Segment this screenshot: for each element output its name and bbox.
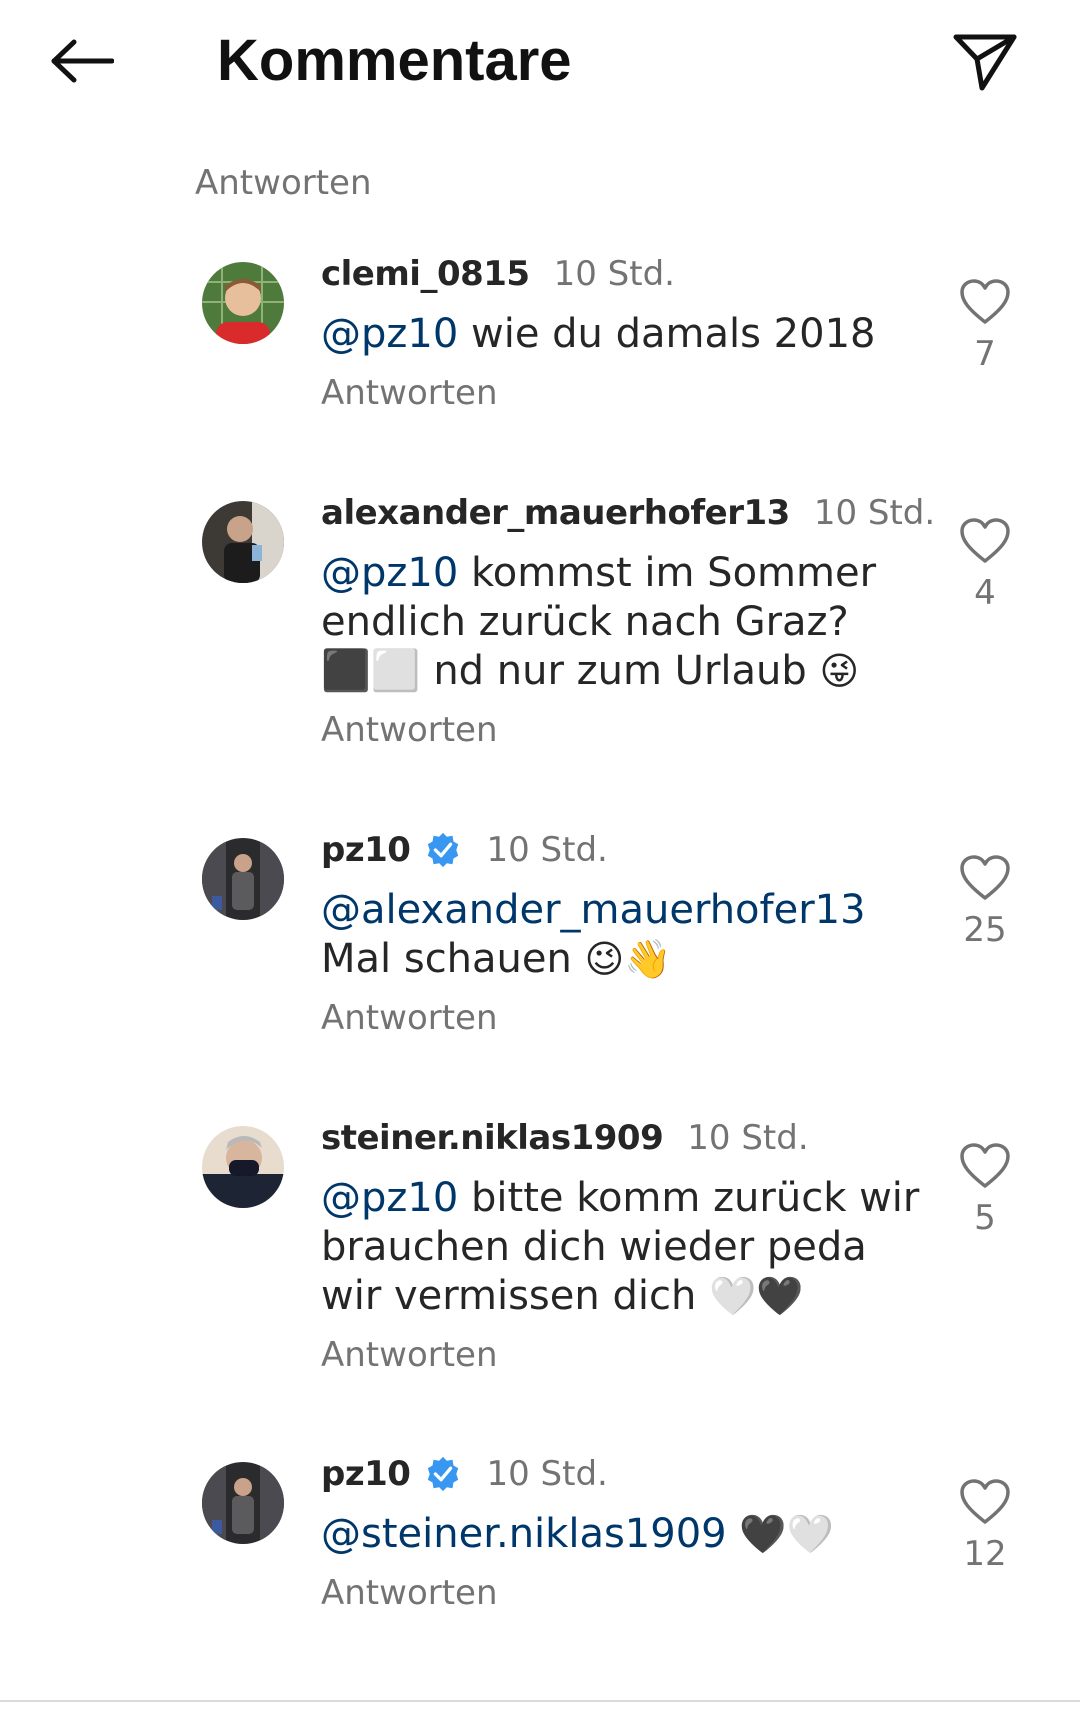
comment-meta: clemi_0815 10 Std. [321,250,921,298]
timestamp: 10 Std. [813,493,936,533]
avatar[interactable] [202,1462,284,1544]
timestamp: 10 Std. [486,830,608,870]
reply-button[interactable]: Antworten [321,1573,498,1613]
username[interactable]: pz10 [321,830,411,870]
comment-body: clemi_0815 10 Std. @pz10 wie du damals 2… [321,250,921,413]
header-bar: Kommentare [0,0,1080,120]
reply-button[interactable]: Antworten [321,710,498,750]
share-button[interactable] [945,22,1025,102]
comment-text-body: wie du damals 2018 [458,311,876,357]
comment-text: @pz10 bitte komm zurück wir brauchen dic… [321,1174,921,1321]
paper-plane-icon [953,34,1017,91]
comment-text-body [727,1511,740,1557]
comment-body: pz10 10 Std. @steiner.niklas1909 🖤🤍 Antw… [321,1450,921,1613]
comment-body: pz10 10 Std. @alexander_mauerhofer13 Mal… [321,826,921,1038]
reply-button[interactable]: Antworten [321,373,498,413]
reply-button[interactable]: Antworten [195,163,372,203]
comment-text: @steiner.niklas1909 🖤🤍 [321,1510,921,1559]
username[interactable]: alexander_mauerhofer13 [321,493,790,533]
comment-text: @pz10 kommst im Sommer endlich zurück na… [321,549,921,696]
comment-meta: pz10 10 Std. [321,1450,921,1498]
comment-text: @pz10 wie du damals 2018 [321,310,921,359]
avatar[interactable] [202,838,284,920]
heart-icon[interactable] [959,1478,1011,1526]
like-control: 4 [955,517,1015,613]
like-count: 4 [974,573,996,613]
avatar[interactable] [202,501,284,583]
heart-icon[interactable] [959,1142,1011,1190]
reply-button[interactable]: Antworten [321,1335,498,1375]
avatar-image [202,501,284,583]
mention-link[interactable]: @pz10 [321,550,458,596]
arrow-left-icon [51,39,114,83]
avatar-image [202,838,284,920]
emoji: 🤍🖤 [709,1274,804,1318]
comment-meta: alexander_mauerhofer13 10 Std. [321,489,935,537]
mention-link[interactable]: @pz10 [321,1175,458,1221]
heart-icon[interactable] [959,278,1011,326]
reply-button[interactable]: Antworten [321,998,498,1038]
back-button[interactable] [44,26,120,96]
comment-text-body: Mal schauen [321,936,572,982]
avatar-image [202,262,284,344]
mention-link[interactable]: @pz10 [321,311,458,357]
comment-body: steiner.niklas1909 10 Std. @pz10 bitte k… [321,1114,921,1375]
timestamp: 10 Std. [553,254,675,294]
like-control: 25 [955,854,1015,950]
heart-icon[interactable] [959,517,1011,565]
verified-badge-icon [428,1456,459,1492]
like-count: 25 [963,910,1007,950]
like-count: 7 [974,334,996,374]
avatar[interactable] [202,1126,284,1208]
comment-text: @alexander_mauerhofer13 Mal schauen 😉👋 [321,886,921,984]
avatar[interactable] [202,262,284,344]
username[interactable]: steiner.niklas1909 [321,1118,664,1158]
username[interactable]: pz10 [321,1454,411,1494]
comment-meta: pz10 10 Std. [321,826,921,874]
timestamp: 10 Std. [687,1118,809,1158]
heart-icon[interactable] [959,854,1011,902]
avatar-image [202,1126,284,1208]
like-count: 12 [963,1534,1007,1574]
like-count: 5 [974,1198,996,1238]
emoji: 😜 [819,649,860,693]
comment-meta: steiner.niklas1909 10 Std. [321,1114,921,1162]
divider [0,1700,1080,1702]
comment-body: alexander_mauerhofer13 10 Std. @pz10 kom… [321,489,935,750]
emoji: 🖤🤍 [739,1512,834,1556]
verified-badge-icon [428,832,459,868]
mention-link[interactable]: @steiner.niklas1909 [321,1511,727,1557]
like-control: 12 [955,1478,1015,1574]
like-control: 7 [955,278,1015,374]
username[interactable]: clemi_0815 [321,254,530,294]
timestamp: 10 Std. [486,1454,608,1494]
avatar-image [202,1462,284,1544]
page-title: Kommentare [217,28,572,93]
emoji: 😉👋 [584,937,672,981]
like-control: 5 [955,1142,1015,1238]
mention-link[interactable]: @alexander_mauerhofer13 [321,887,866,933]
